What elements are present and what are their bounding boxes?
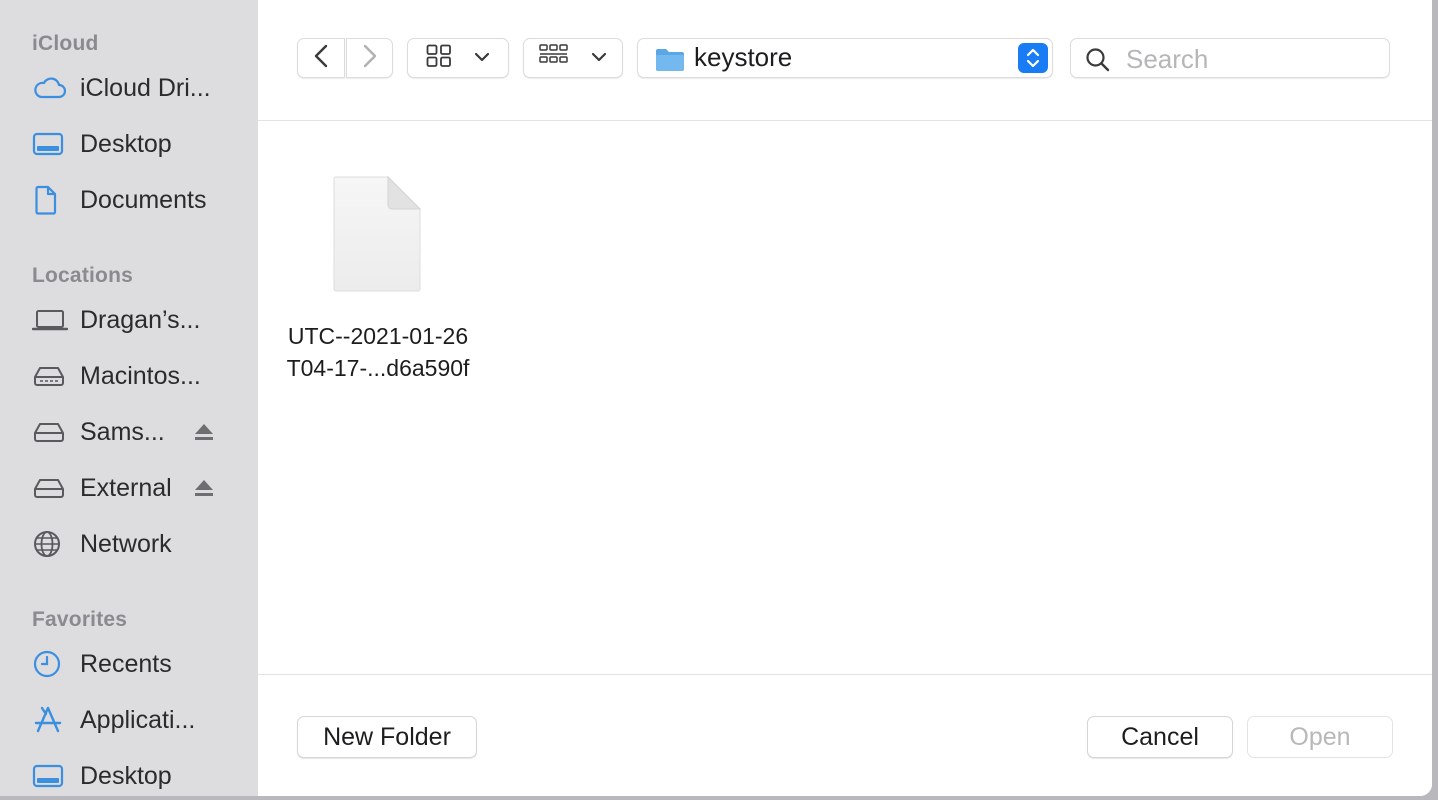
file-name-line2: T04-17-...d6a590f	[286, 355, 470, 381]
new-folder-button[interactable]: New Folder	[297, 716, 477, 758]
sidebar-item-label: iCloud Dri...	[80, 73, 211, 102]
document-icon	[32, 185, 68, 215]
grid-icon	[426, 44, 452, 73]
eject-icon[interactable]	[194, 479, 214, 502]
group-button[interactable]	[523, 38, 623, 78]
sidebar-item-recents[interactable]: Recents	[32, 642, 246, 686]
chevron-right-icon	[363, 44, 377, 73]
drive-icon	[32, 417, 68, 447]
location-label: keystore	[694, 42, 793, 72]
file-item[interactable]: UTC--2021-01-26 T04-17-...d6a590f	[268, 175, 488, 384]
search-icon	[1085, 47, 1111, 78]
laptop-icon	[32, 305, 68, 335]
file-name-line1: UTC--2021-01-26	[287, 323, 469, 349]
file-browser: UTC--2021-01-26 T04-17-...d6a590f	[258, 121, 1432, 674]
sidebar-item-samsung[interactable]: Sams...	[32, 410, 246, 454]
sidebar-item-label: Recents	[80, 649, 172, 678]
eject-icon[interactable]	[194, 423, 214, 446]
sidebar-item-label: Desktop	[80, 761, 172, 790]
sidebar-item-macintosh-hd[interactable]: Macintos...	[32, 354, 246, 398]
desktop-icon	[32, 761, 68, 791]
sidebar-item-label: Sams...	[80, 417, 165, 446]
cloud-icon	[32, 73, 68, 103]
up-down-arrows-icon	[1018, 43, 1048, 73]
cancel-button[interactable]: Cancel	[1087, 716, 1233, 758]
folder-icon	[654, 45, 686, 78]
toolbar: keystore Search	[258, 0, 1432, 121]
chevron-down-icon	[474, 49, 490, 67]
sidebar-item-documents[interactable]: Documents	[32, 178, 246, 222]
drive-icon	[32, 473, 68, 503]
sidebar-item-label: External	[80, 473, 172, 502]
desktop-icon	[32, 129, 68, 159]
sidebar-item-label: Macintos...	[80, 361, 201, 390]
forward-button[interactable]	[346, 38, 393, 78]
search-field[interactable]: Search	[1070, 38, 1390, 78]
sidebar-item-label: Desktop	[80, 129, 172, 158]
document-file-icon	[332, 175, 424, 298]
file-name: UTC--2021-01-26 T04-17-...d6a590f	[268, 320, 488, 384]
sidebar-item-label: Documents	[80, 185, 207, 214]
group-grid-icon	[539, 43, 569, 73]
sidebar-item-applications[interactable]: Applicati...	[32, 698, 246, 742]
sidebar-item-network[interactable]: Network	[32, 522, 246, 566]
sidebar-item-icloud-drive[interactable]: iCloud Dri...	[32, 66, 246, 110]
sidebar-item-external[interactable]: External	[32, 466, 246, 510]
section-title-favorites: Favorites	[32, 608, 128, 631]
view-mode-button[interactable]	[407, 38, 509, 78]
sidebar-item-label: Applicati...	[80, 705, 196, 734]
sidebar-item-desktop[interactable]: Desktop	[32, 122, 246, 166]
dialog-footer: New Folder Cancel Open	[258, 674, 1432, 796]
open-file-dialog: iCloud iCloud Dri... Desktop Documents L…	[0, 0, 1432, 796]
sidebar: iCloud iCloud Dri... Desktop Documents L…	[0, 0, 258, 796]
drive-icon	[32, 361, 68, 391]
location-popup[interactable]: keystore	[637, 38, 1053, 78]
sidebar-item-label: Network	[80, 529, 172, 558]
section-title-locations: Locations	[32, 264, 133, 287]
sidebar-item-macbook[interactable]: Dragan’s...	[32, 298, 246, 342]
section-title-icloud: iCloud	[32, 32, 99, 55]
sidebar-item-label: Dragan’s...	[80, 305, 201, 334]
chevron-down-icon	[591, 49, 607, 67]
chevron-left-icon	[314, 44, 328, 73]
globe-icon	[32, 529, 68, 559]
open-button[interactable]: Open	[1247, 716, 1393, 758]
clock-icon	[32, 649, 68, 679]
back-button[interactable]	[297, 38, 345, 78]
search-placeholder: Search	[1126, 44, 1209, 74]
applications-icon	[32, 705, 68, 735]
sidebar-item-desktop-2[interactable]: Desktop	[32, 754, 246, 796]
